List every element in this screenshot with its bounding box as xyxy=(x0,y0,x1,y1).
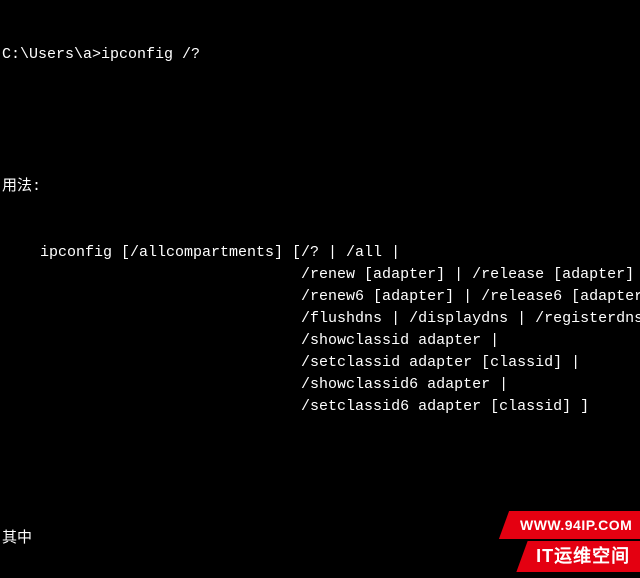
watermark: WWW.94IP.COM IT运维空间 xyxy=(504,511,640,572)
usage-line: /showclassid6 adapter | xyxy=(0,374,640,396)
terminal-output: C:\Users\a>ipconfig /? 用法: ipconfig [/al… xyxy=(0,0,640,578)
usage-line: /renew6 [adapter] | /release6 [adapter] … xyxy=(0,286,640,308)
command-prompt: C:\Users\a>ipconfig /? xyxy=(0,44,640,66)
blank-line xyxy=(0,110,640,132)
usage-line: /setclassid adapter [classid] | xyxy=(0,352,640,374)
usage-line: /showclassid adapter | xyxy=(0,330,640,352)
usage-label: 用法: xyxy=(0,176,640,198)
usage-line: ipconfig [/allcompartments] [/? | /all | xyxy=(0,242,640,264)
blank-line xyxy=(0,462,640,484)
watermark-url: WWW.94IP.COM xyxy=(499,511,640,539)
usage-line: /setclassid6 adapter [classid] ] xyxy=(0,396,640,418)
usage-line: /flushdns | /displaydns | /registerdns | xyxy=(0,308,640,330)
usage-syntax: ipconfig [/allcompartments] [/? | /all |… xyxy=(0,242,640,418)
usage-line: /renew [adapter] | /release [adapter] | xyxy=(0,264,640,286)
watermark-brand: IT运维空间 xyxy=(516,541,640,572)
